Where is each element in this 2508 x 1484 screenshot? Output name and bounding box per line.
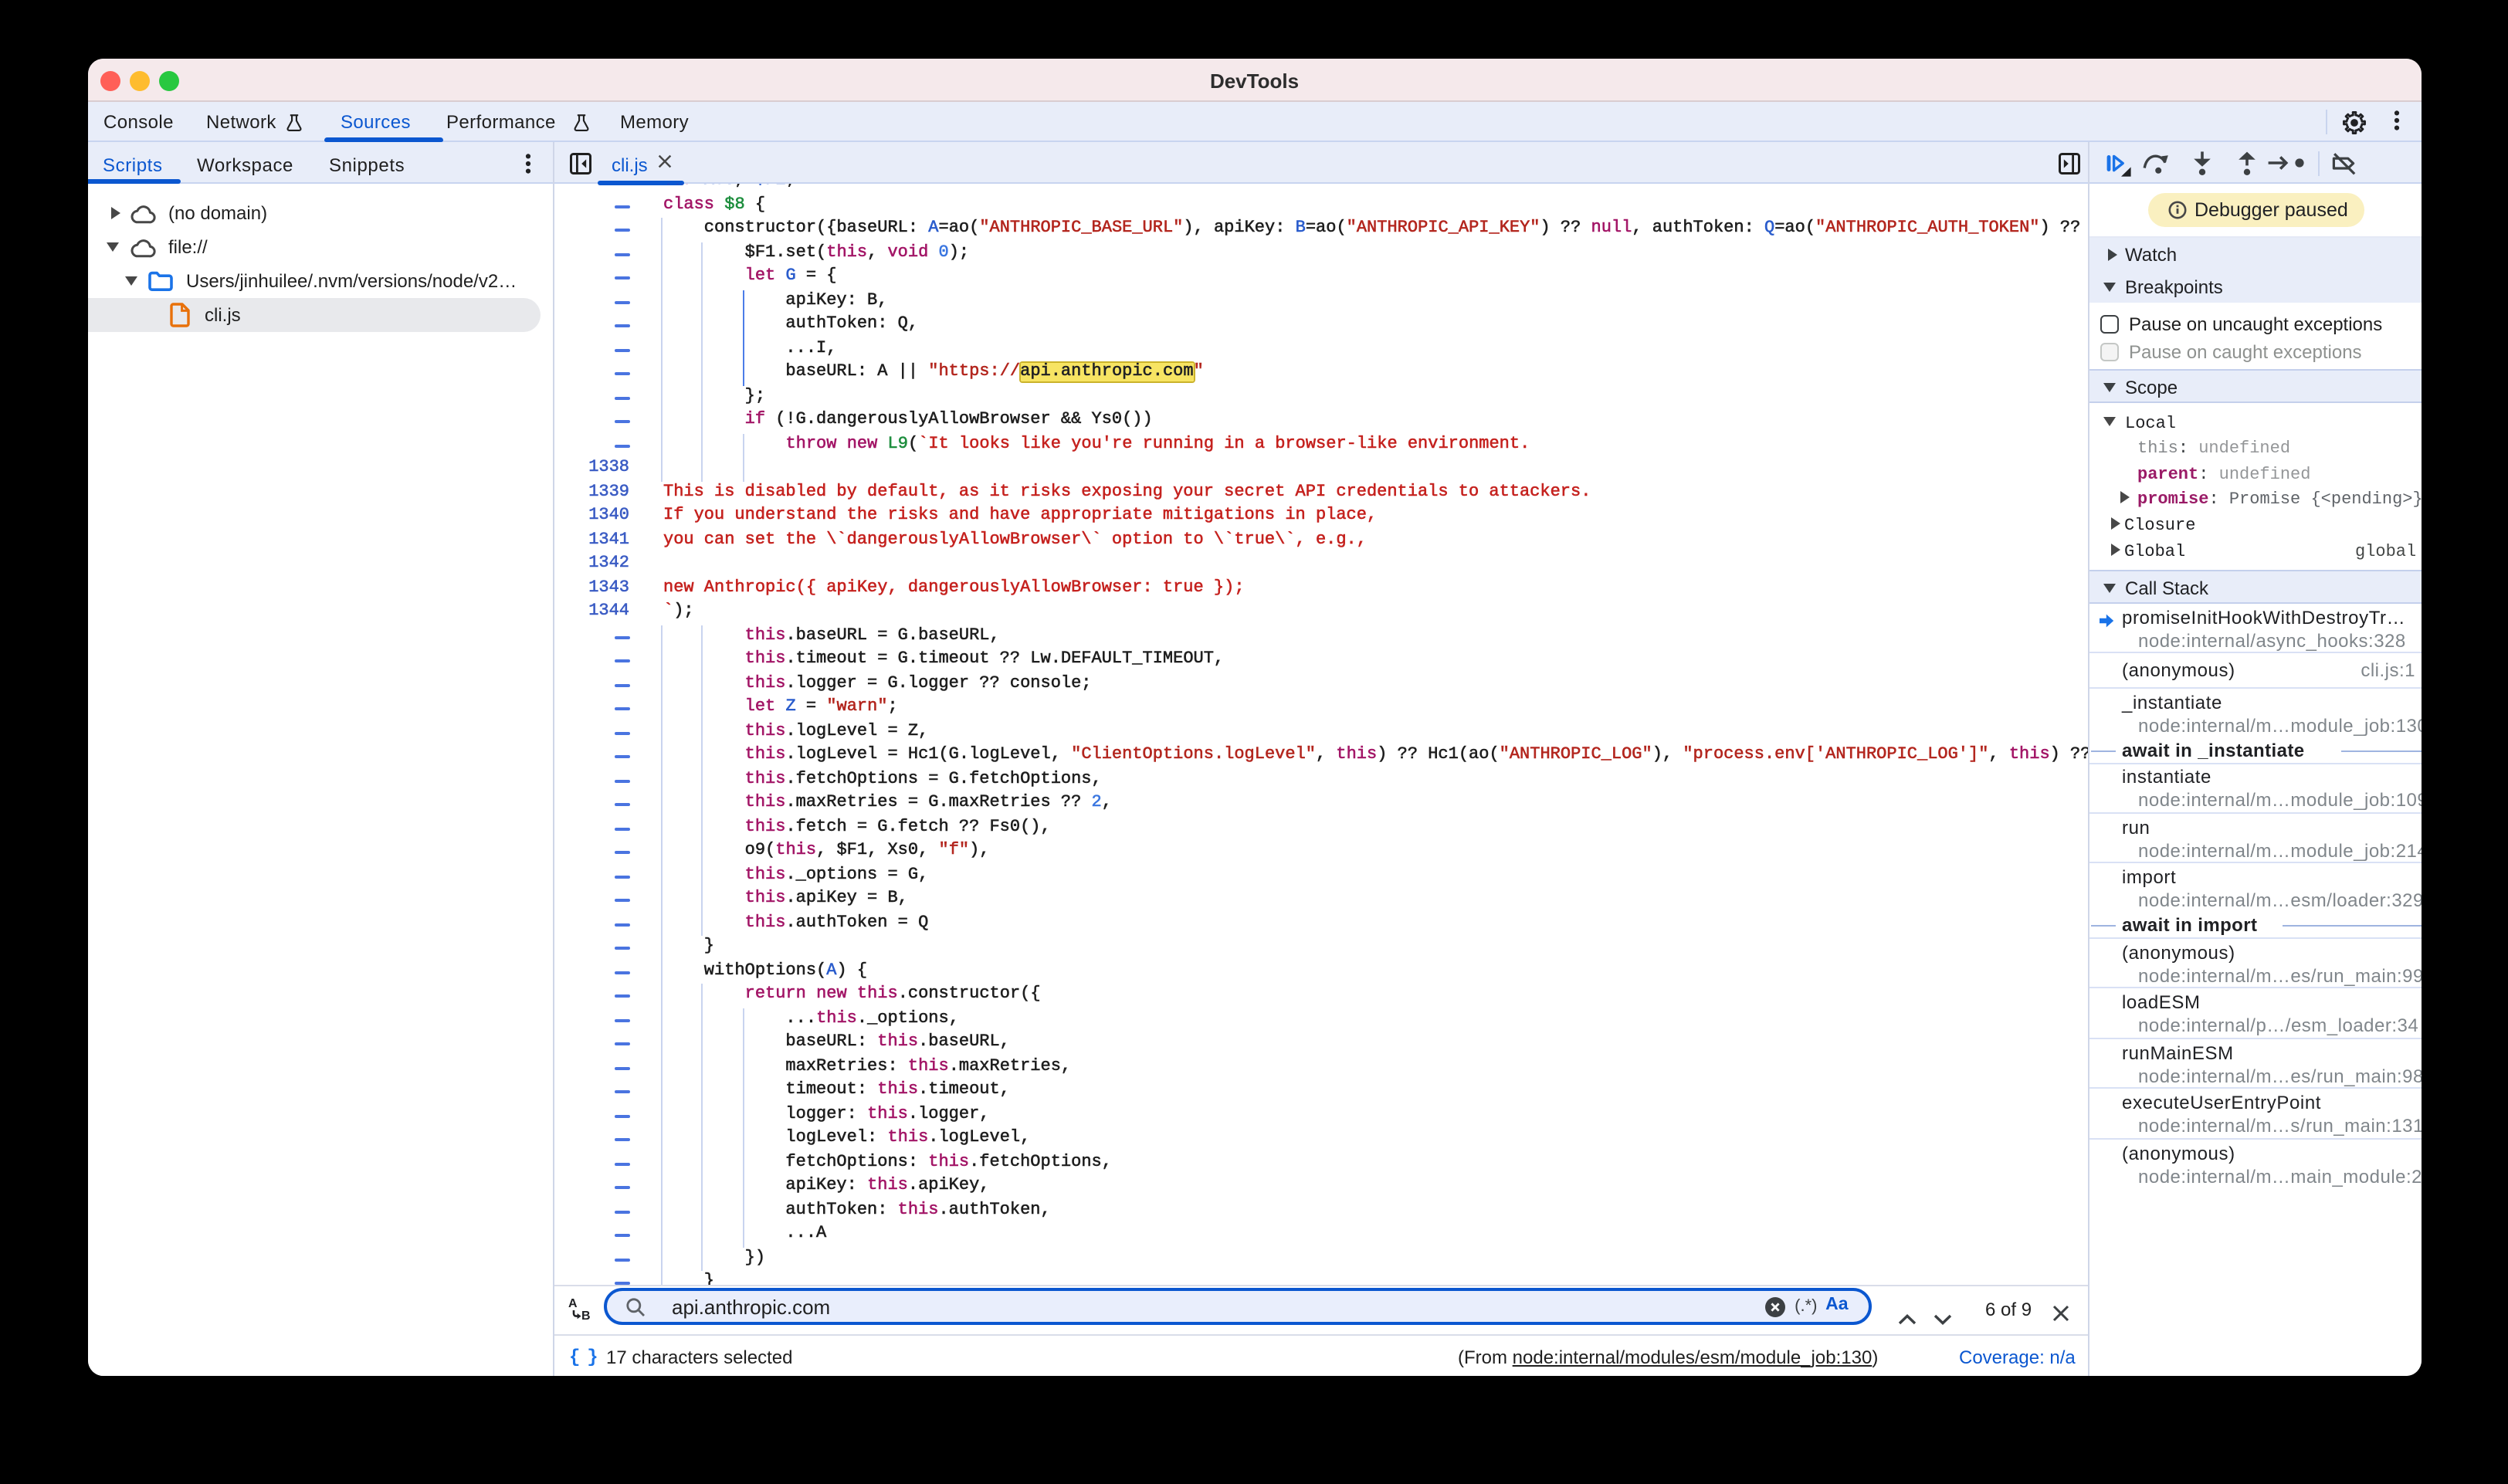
svg-text:B: B [581, 1309, 590, 1321]
svg-text:A: A [568, 1296, 577, 1310]
